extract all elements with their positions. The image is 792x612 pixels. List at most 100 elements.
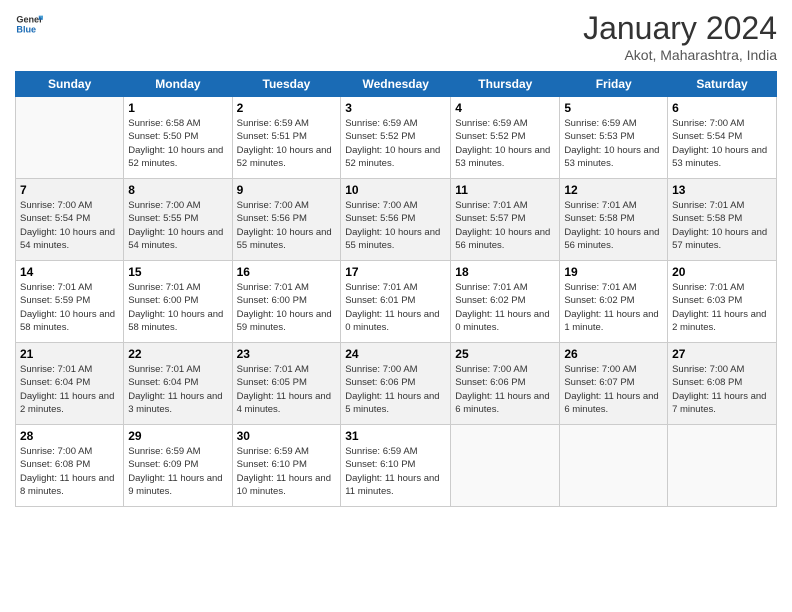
calendar-table: SundayMondayTuesdayWednesdayThursdayFrid… xyxy=(15,71,777,507)
calendar-cell xyxy=(16,97,124,179)
calendar-cell: 5 Sunrise: 6:59 AMSunset: 5:53 PMDaylight… xyxy=(560,97,668,179)
day-info: Sunrise: 6:59 AMSunset: 5:52 PMDaylight:… xyxy=(455,117,555,170)
day-number: 16 xyxy=(237,265,337,279)
day-info: Sunrise: 7:00 AMSunset: 5:54 PMDaylight:… xyxy=(20,199,119,252)
calendar-cell xyxy=(451,425,560,507)
day-info: Sunrise: 7:00 AMSunset: 6:08 PMDaylight:… xyxy=(672,363,772,416)
calendar-cell: 9 Sunrise: 7:00 AMSunset: 5:56 PMDaylight… xyxy=(232,179,341,261)
day-info: Sunrise: 7:01 AMSunset: 6:04 PMDaylight:… xyxy=(128,363,227,416)
header-cell-tuesday: Tuesday xyxy=(232,72,341,97)
title-area: January 2024 Akot, Maharashtra, India xyxy=(583,10,777,63)
day-info: Sunrise: 6:59 AMSunset: 6:09 PMDaylight:… xyxy=(128,445,227,498)
subtitle: Akot, Maharashtra, India xyxy=(583,47,777,63)
calendar-week-1: 1 Sunrise: 6:58 AMSunset: 5:50 PMDaylight… xyxy=(16,97,777,179)
day-number: 11 xyxy=(455,183,555,197)
calendar-cell: 1 Sunrise: 6:58 AMSunset: 5:50 PMDaylight… xyxy=(124,97,232,179)
calendar-cell: 3 Sunrise: 6:59 AMSunset: 5:52 PMDaylight… xyxy=(341,97,451,179)
day-number: 2 xyxy=(237,101,337,115)
day-number: 6 xyxy=(672,101,772,115)
day-info: Sunrise: 7:01 AMSunset: 6:00 PMDaylight:… xyxy=(237,281,337,334)
calendar-cell: 2 Sunrise: 6:59 AMSunset: 5:51 PMDaylight… xyxy=(232,97,341,179)
day-number: 21 xyxy=(20,347,119,361)
day-info: Sunrise: 7:01 AMSunset: 6:05 PMDaylight:… xyxy=(237,363,337,416)
day-info: Sunrise: 6:59 AMSunset: 5:53 PMDaylight:… xyxy=(564,117,663,170)
day-number: 12 xyxy=(564,183,663,197)
day-info: Sunrise: 7:01 AMSunset: 6:02 PMDaylight:… xyxy=(564,281,663,334)
day-info: Sunrise: 7:01 AMSunset: 5:59 PMDaylight:… xyxy=(20,281,119,334)
header-cell-friday: Friday xyxy=(560,72,668,97)
day-info: Sunrise: 7:00 AMSunset: 5:54 PMDaylight:… xyxy=(672,117,772,170)
day-number: 26 xyxy=(564,347,663,361)
calendar-cell: 22 Sunrise: 7:01 AMSunset: 6:04 PMDayligh… xyxy=(124,343,232,425)
calendar-cell: 28Sunrise: 7:00 AMSunset: 6:08 PMDayligh… xyxy=(16,425,124,507)
calendar-cell xyxy=(560,425,668,507)
calendar-cell: 29 Sunrise: 6:59 AMSunset: 6:09 PMDayligh… xyxy=(124,425,232,507)
day-number: 15 xyxy=(128,265,227,279)
day-info: Sunrise: 6:59 AMSunset: 6:10 PMDaylight:… xyxy=(237,445,337,498)
day-info: Sunrise: 7:00 AMSunset: 6:06 PMDaylight:… xyxy=(345,363,446,416)
day-info: Sunrise: 6:59 AMSunset: 6:10 PMDaylight:… xyxy=(345,445,446,498)
day-info: Sunrise: 7:01 AMSunset: 5:58 PMDaylight:… xyxy=(672,199,772,252)
day-number: 24 xyxy=(345,347,446,361)
day-number: 8 xyxy=(128,183,227,197)
day-number: 14 xyxy=(20,265,119,279)
day-number: 17 xyxy=(345,265,446,279)
calendar-cell: 10Sunrise: 7:00 AMSunset: 5:56 PMDayligh… xyxy=(341,179,451,261)
calendar-cell: 23Sunrise: 7:01 AMSunset: 6:05 PMDayligh… xyxy=(232,343,341,425)
day-info: Sunrise: 7:01 AMSunset: 6:01 PMDaylight:… xyxy=(345,281,446,334)
header-cell-sunday: Sunday xyxy=(16,72,124,97)
calendar-cell xyxy=(668,425,777,507)
day-number: 29 xyxy=(128,429,227,443)
header-cell-monday: Monday xyxy=(124,72,232,97)
day-number: 28 xyxy=(20,429,119,443)
day-info: Sunrise: 7:01 AMSunset: 5:58 PMDaylight:… xyxy=(564,199,663,252)
day-number: 4 xyxy=(455,101,555,115)
day-number: 10 xyxy=(345,183,446,197)
calendar-cell: 12 Sunrise: 7:01 AMSunset: 5:58 PMDayligh… xyxy=(560,179,668,261)
calendar-cell: 8 Sunrise: 7:00 AMSunset: 5:55 PMDaylight… xyxy=(124,179,232,261)
calendar-week-2: 7 Sunrise: 7:00 AMSunset: 5:54 PMDaylight… xyxy=(16,179,777,261)
day-number: 27 xyxy=(672,347,772,361)
day-number: 9 xyxy=(237,183,337,197)
calendar-cell: 15Sunrise: 7:01 AMSunset: 6:00 PMDayligh… xyxy=(124,261,232,343)
day-info: Sunrise: 7:01 AMSunset: 6:02 PMDaylight:… xyxy=(455,281,555,334)
calendar-week-3: 14 Sunrise: 7:01 AMSunset: 5:59 PMDayligh… xyxy=(16,261,777,343)
main-container: General Blue January 2024 Akot, Maharash… xyxy=(0,0,792,517)
day-info: Sunrise: 7:00 AMSunset: 5:56 PMDaylight:… xyxy=(237,199,337,252)
day-info: Sunrise: 7:00 AMSunset: 5:55 PMDaylight:… xyxy=(128,199,227,252)
calendar-cell: 7 Sunrise: 7:00 AMSunset: 5:54 PMDaylight… xyxy=(16,179,124,261)
day-number: 19 xyxy=(564,265,663,279)
day-info: Sunrise: 6:59 AMSunset: 5:52 PMDaylight:… xyxy=(345,117,446,170)
day-info: Sunrise: 7:01 AMSunset: 5:57 PMDaylight:… xyxy=(455,199,555,252)
calendar-week-4: 21 Sunrise: 7:01 AMSunset: 6:04 PMDayligh… xyxy=(16,343,777,425)
header-cell-wednesday: Wednesday xyxy=(341,72,451,97)
calendar-cell: 18 Sunrise: 7:01 AMSunset: 6:02 PMDayligh… xyxy=(451,261,560,343)
logo-icon: General Blue xyxy=(15,10,43,38)
calendar-cell: 26 Sunrise: 7:00 AMSunset: 6:07 PMDayligh… xyxy=(560,343,668,425)
header-cell-saturday: Saturday xyxy=(668,72,777,97)
header-area: General Blue January 2024 Akot, Maharash… xyxy=(15,10,777,63)
day-number: 3 xyxy=(345,101,446,115)
day-number: 30 xyxy=(237,429,337,443)
day-number: 7 xyxy=(20,183,119,197)
day-info: Sunrise: 7:00 AMSunset: 6:07 PMDaylight:… xyxy=(564,363,663,416)
day-number: 22 xyxy=(128,347,227,361)
month-title: January 2024 xyxy=(583,10,777,47)
calendar-cell: 13Sunrise: 7:01 AMSunset: 5:58 PMDayligh… xyxy=(668,179,777,261)
day-info: Sunrise: 7:01 AMSunset: 6:04 PMDaylight:… xyxy=(20,363,119,416)
calendar-cell: 16 Sunrise: 7:01 AMSunset: 6:00 PMDayligh… xyxy=(232,261,341,343)
header-cell-thursday: Thursday xyxy=(451,72,560,97)
day-number: 20 xyxy=(672,265,772,279)
day-number: 5 xyxy=(564,101,663,115)
calendar-cell: 4 Sunrise: 6:59 AMSunset: 5:52 PMDaylight… xyxy=(451,97,560,179)
day-number: 1 xyxy=(128,101,227,115)
calendar-cell: 17 Sunrise: 7:01 AMSunset: 6:01 PMDayligh… xyxy=(341,261,451,343)
day-info: Sunrise: 6:58 AMSunset: 5:50 PMDaylight:… xyxy=(128,117,227,170)
day-number: 18 xyxy=(455,265,555,279)
calendar-cell: 14 Sunrise: 7:01 AMSunset: 5:59 PMDayligh… xyxy=(16,261,124,343)
calendar-cell: 21 Sunrise: 7:01 AMSunset: 6:04 PMDayligh… xyxy=(16,343,124,425)
day-info: Sunrise: 6:59 AMSunset: 5:51 PMDaylight:… xyxy=(237,117,337,170)
svg-text:Blue: Blue xyxy=(16,24,36,34)
day-number: 25 xyxy=(455,347,555,361)
logo: General Blue xyxy=(15,10,43,38)
